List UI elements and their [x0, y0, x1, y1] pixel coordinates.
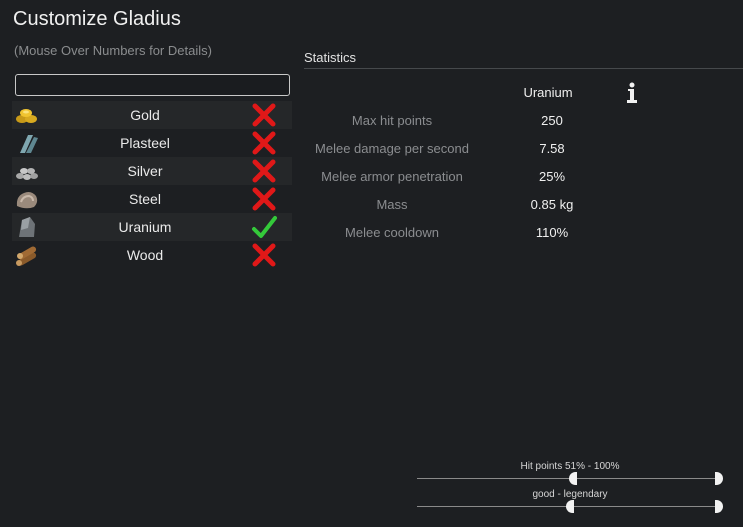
- checkmark-icon: [252, 216, 277, 238]
- steel-icon: [16, 192, 38, 209]
- dialog-subtitle: (Mouse Over Numbers for Details): [14, 43, 212, 58]
- cross-icon: [252, 243, 276, 267]
- material-label: Gold: [130, 107, 160, 123]
- statistics-header: Statistics: [304, 50, 743, 69]
- wood-icon: [16, 246, 37, 266]
- material-list: Gold Plasteel Silver Steel Uranium Wood: [12, 101, 292, 269]
- stat-value[interactable]: 0.85 kg: [494, 197, 610, 212]
- cross-icon: [252, 159, 276, 183]
- quality-range-label: good - legendary: [532, 489, 608, 500]
- plasteel-icon: [20, 135, 38, 153]
- stat-value[interactable]: 110%: [494, 225, 610, 240]
- quality-range-slider[interactable]: good - legendary: [417, 489, 723, 517]
- material-row-plasteel[interactable]: Plasteel: [12, 129, 292, 157]
- slider-handle-min[interactable]: [569, 472, 578, 485]
- hitpoints-range-label: Hit points 51% - 100%: [520, 461, 620, 472]
- slider-handle-max[interactable]: [715, 472, 723, 485]
- dialog-title: Customize Gladius: [13, 8, 181, 30]
- material-row-gold[interactable]: Gold: [12, 101, 292, 129]
- material-row-silver[interactable]: Silver: [12, 157, 292, 185]
- hitpoints-range-slider[interactable]: Hit points 51% - 100%: [417, 461, 723, 489]
- material-row-wood[interactable]: Wood: [12, 241, 292, 269]
- stat-label: Melee armor penetration: [321, 169, 463, 184]
- stat-row-melee-dps: Melee damage per second 7.58: [304, 141, 634, 163]
- slider-handle-max[interactable]: [715, 500, 723, 513]
- search-input[interactable]: [15, 74, 290, 96]
- stat-label: Melee damage per second: [315, 141, 469, 156]
- material-label: Wood: [126, 247, 164, 263]
- material-label: Steel: [129, 191, 161, 207]
- stat-row-max-hit-points: Max hit points 250: [304, 113, 634, 135]
- info-icon[interactable]: [626, 82, 638, 104]
- material-label: Uranium: [118, 219, 172, 235]
- stat-row-melee-cooldown: Melee cooldown 110%: [304, 225, 634, 247]
- stat-row-armor-penetration: Melee armor penetration 25%: [304, 169, 634, 191]
- stat-row-mass: Mass 0.85 kg: [304, 197, 634, 219]
- stat-label: Max hit points: [351, 113, 433, 128]
- stat-value[interactable]: 7.58: [494, 141, 610, 156]
- material-label: Silver: [127, 163, 163, 179]
- material-label: Plasteel: [120, 135, 170, 151]
- material-row-uranium[interactable]: Uranium: [12, 213, 292, 241]
- cross-icon: [252, 187, 276, 211]
- gold-icon: [16, 109, 37, 123]
- statistics-column-title: Uranium: [523, 85, 573, 100]
- slider-handle-min[interactable]: [566, 500, 574, 513]
- material-row-steel[interactable]: Steel: [12, 185, 292, 213]
- stat-label: Melee cooldown: [345, 225, 439, 240]
- stat-value[interactable]: 25%: [494, 169, 610, 184]
- stat-label: Mass: [376, 197, 408, 212]
- uranium-icon: [19, 217, 35, 237]
- silver-icon: [16, 168, 38, 180]
- stat-value[interactable]: 250: [494, 113, 610, 128]
- cross-icon: [252, 131, 276, 155]
- cross-icon: [252, 103, 276, 127]
